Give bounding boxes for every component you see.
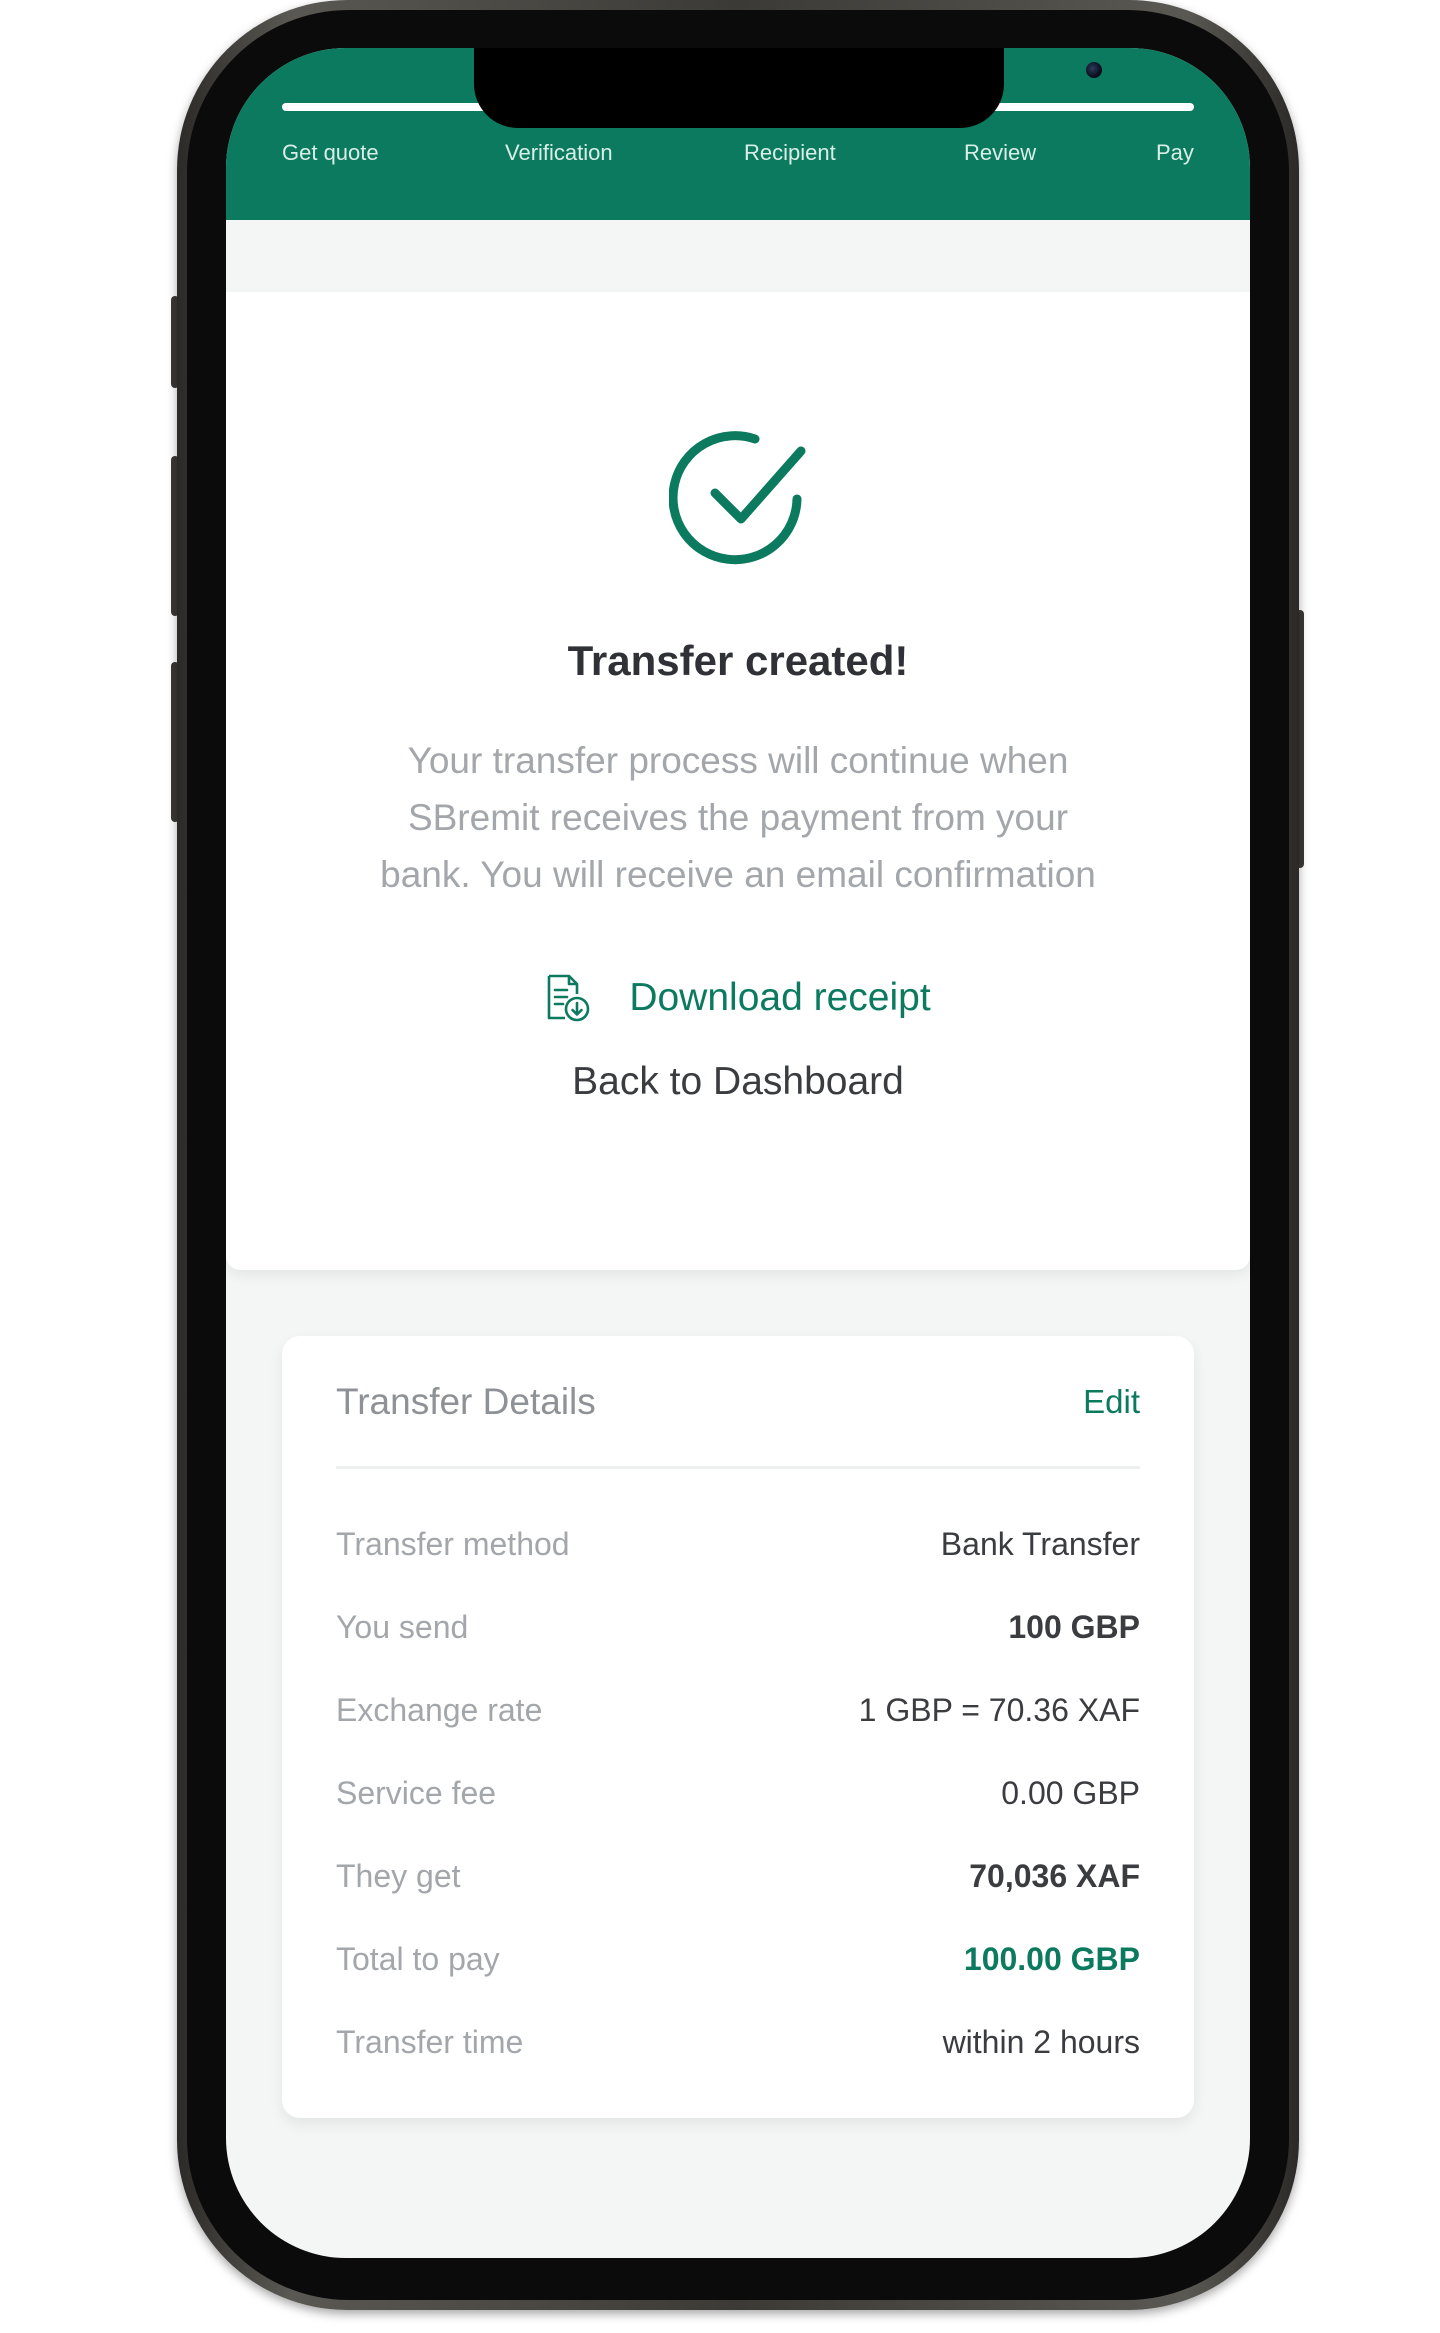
phone-notch bbox=[474, 48, 1102, 128]
camera-icon bbox=[1086, 62, 1102, 78]
detail-value: 1 GBP = 70.36 XAF bbox=[858, 1692, 1140, 1728]
detail-row-transfer-time: Transfer time within 2 hours bbox=[336, 2024, 1140, 2074]
detail-row-they-get: They get 70,036 XAF bbox=[336, 1858, 1140, 1908]
back-to-dashboard-link[interactable]: Back to Dashboard bbox=[226, 1060, 1250, 1104]
detail-value: 100.00 GBP bbox=[963, 1941, 1140, 1977]
success-title: Transfer created! bbox=[567, 637, 909, 684]
detail-label: You send bbox=[336, 1609, 469, 1645]
step-verification[interactable]: Verification bbox=[505, 140, 613, 166]
detail-label: They get bbox=[336, 1858, 461, 1894]
detail-value: 70,036 XAF bbox=[969, 1858, 1140, 1894]
detail-row-transfer-method: Transfer method Bank Transfer bbox=[336, 1526, 1140, 1576]
download-receipt-row: Download receipt bbox=[226, 972, 1250, 1032]
success-message-line: Your transfer process will continue when bbox=[407, 740, 1069, 781]
step-pay[interactable]: Pay bbox=[1156, 140, 1194, 166]
edit-link[interactable]: Edit bbox=[1083, 1383, 1140, 1421]
detail-label: Transfer time bbox=[336, 2024, 524, 2060]
success-message-line: SBremit receives the payment from your bbox=[407, 797, 1069, 838]
detail-row-total-to-pay: Total to pay 100.00 GBP bbox=[336, 1941, 1140, 1991]
detail-value: 100 GBP bbox=[1008, 1609, 1140, 1645]
detail-row-service-fee: Service fee 0.00 GBP bbox=[336, 1775, 1140, 1825]
detail-value: within 2 hours bbox=[942, 2024, 1140, 2060]
detail-label: Total to pay bbox=[336, 1941, 500, 1977]
detail-row-you-send: You send 100 GBP bbox=[336, 1609, 1140, 1659]
step-review[interactable]: Review bbox=[964, 140, 1036, 166]
step-list: Get quote Verification Recipient Review … bbox=[226, 140, 1250, 180]
detail-label: Service fee bbox=[336, 1775, 497, 1811]
success-message-line: bank. You will receive an email confirma… bbox=[380, 854, 1096, 895]
transfer-details-card: Transfer Details Edit Transfer method Ba… bbox=[282, 1336, 1194, 2118]
detail-label: Transfer method bbox=[336, 1526, 570, 1562]
detail-value: 0.00 GBP bbox=[1001, 1775, 1140, 1811]
success-message: Your transfer process will continue when… bbox=[326, 732, 1150, 903]
detail-value: Bank Transfer bbox=[940, 1526, 1140, 1562]
detail-row-exchange-rate: Exchange rate 1 GBP = 70.36 XAF bbox=[336, 1692, 1140, 1742]
check-circle-icon bbox=[669, 431, 806, 565]
divider bbox=[336, 1466, 1140, 1469]
app-screen: Get quote Verification Recipient Review … bbox=[226, 48, 1250, 2258]
download-receipt-label[interactable]: Download receipt bbox=[629, 976, 930, 1020]
transfer-details-title: Transfer Details bbox=[336, 1381, 596, 1422]
step-get-quote[interactable]: Get quote bbox=[282, 140, 379, 166]
success-card: Transfer created! Your transfer process … bbox=[226, 292, 1250, 1270]
detail-label: Exchange rate bbox=[336, 1692, 543, 1728]
page: Get quote Verification Recipient Review … bbox=[0, 0, 1440, 2333]
step-recipient[interactable]: Recipient bbox=[744, 140, 836, 166]
receipt-download-icon bbox=[548, 974, 590, 1022]
download-receipt-button[interactable]: Download receipt bbox=[545, 972, 931, 1024]
